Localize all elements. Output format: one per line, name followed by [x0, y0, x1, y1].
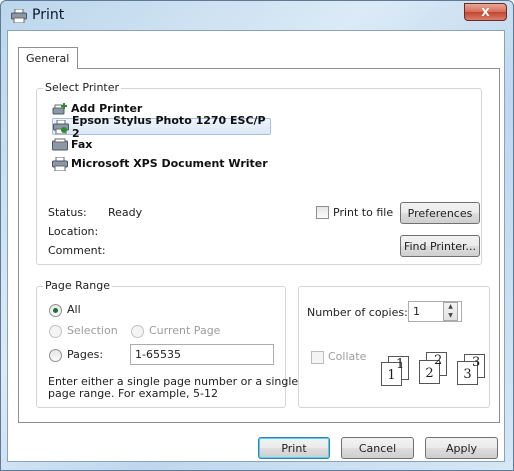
radio-pages-label: Pages:	[67, 348, 104, 361]
collate-label: Collate	[328, 350, 367, 363]
comment-label: Comment:	[48, 244, 106, 257]
print-button[interactable]: Print	[258, 437, 330, 459]
location-label: Location:	[48, 225, 99, 238]
page-range-hint-line2: page range. For example, 5-12	[48, 387, 218, 400]
add-printer-icon	[52, 102, 67, 114]
printer-icon	[11, 9, 27, 23]
radio-current-page	[131, 324, 144, 338]
number-of-copies-label: Number of copies:	[307, 306, 408, 319]
cancel-button[interactable]: Cancel	[341, 437, 414, 459]
printer-icon	[52, 156, 68, 171]
radio-current-page-label: Current Page	[149, 324, 221, 337]
printer-item-xps[interactable]: Microsoft XPS Document Writer	[52, 155, 268, 172]
radio-pages[interactable]	[49, 348, 62, 362]
printer-name: Fax	[71, 138, 93, 151]
radio-all-label: All	[67, 303, 81, 316]
radio-selection	[49, 324, 62, 338]
fax-icon	[52, 138, 68, 150]
collate-page-number: 1	[396, 357, 405, 372]
preferences-button[interactable]: Preferences	[400, 202, 480, 224]
printer-name: Microsoft XPS Document Writer	[71, 157, 268, 170]
print-to-file-checkbox[interactable]	[316, 205, 329, 219]
title-bar[interactable]: Print X	[1, 1, 513, 31]
pages-input[interactable]: 1-65535	[130, 344, 274, 365]
apply-button[interactable]: Apply	[425, 437, 498, 459]
collate-page-number: 3	[472, 355, 481, 370]
printer-name: Epson Stylus Photo 1270 ESC/P 2	[72, 113, 266, 140]
collate-page-number: 2	[434, 353, 443, 368]
printer-item-fax[interactable]: Fax	[52, 136, 92, 153]
copies-spinner[interactable]: ▲ ▼	[443, 302, 458, 321]
spin-down-icon[interactable]: ▼	[448, 312, 453, 319]
printer-item-epson[interactable]: Epson Stylus Photo 1270 ESC/P 2	[52, 114, 271, 140]
radio-all[interactable]	[49, 303, 62, 317]
status-label: Status:	[48, 206, 87, 219]
collate-checkbox	[311, 350, 324, 364]
window-title: Print	[32, 7, 65, 23]
close-button[interactable]: X	[464, 3, 507, 21]
spin-up-icon[interactable]: ▲	[448, 304, 453, 310]
print-to-file-label: Print to file	[333, 206, 394, 219]
select-printer-legend: Select Printer	[43, 81, 122, 94]
page-range-legend: Page Range	[43, 279, 112, 292]
status-value: Ready	[108, 206, 143, 219]
find-printer-button[interactable]: Find Printer...	[400, 235, 480, 257]
radio-selection-label: Selection	[67, 324, 118, 337]
tab-general[interactable]: General	[18, 47, 78, 69]
printer-icon	[53, 119, 69, 134]
